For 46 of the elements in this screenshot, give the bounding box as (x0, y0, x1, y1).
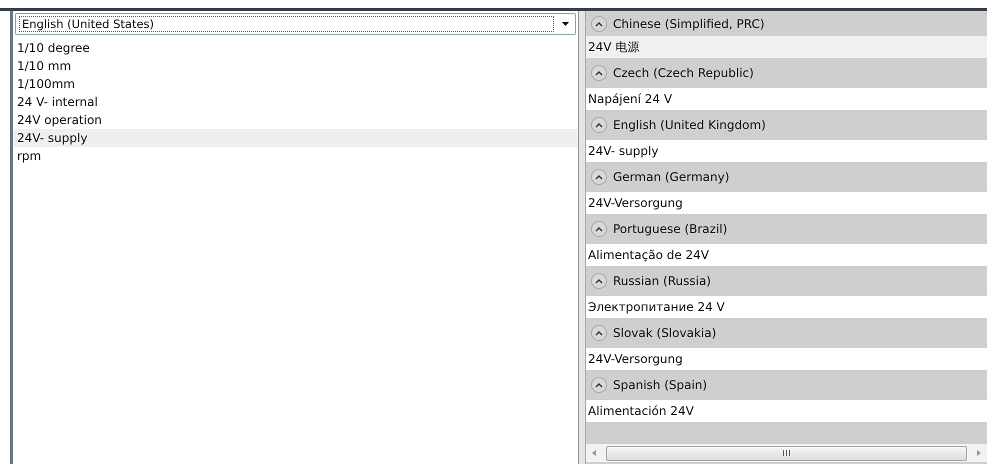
group-header[interactable]: English (United Kingdom) (586, 110, 987, 140)
term-item[interactable]: 1/100mm (13, 75, 578, 93)
term-item[interactable]: 1/10 degree (13, 39, 578, 57)
term-item[interactable]: rpm (13, 147, 578, 165)
dropdown-value: English (United States) (19, 16, 554, 32)
collapse-icon[interactable] (591, 65, 607, 81)
group-header[interactable]: Czech (Czech Republic) (586, 58, 987, 88)
group-header[interactable]: Portuguese (Brazil) (586, 214, 987, 244)
language-label: Russian (Russia) (613, 274, 711, 288)
collapse-icon[interactable] (591, 273, 607, 289)
language-label: Spanish (Spain) (613, 378, 708, 392)
term-item[interactable]: 24V operation (13, 111, 578, 129)
group-header[interactable]: German (Germany) (586, 162, 987, 192)
language-label: German (Germany) (613, 170, 730, 184)
language-label: Chinese (Simplified, PRC) (613, 16, 765, 30)
collapse-icon[interactable] (591, 377, 607, 393)
language-label: Portuguese (Brazil) (613, 222, 728, 236)
language-label: Czech (Czech Republic) (613, 66, 754, 80)
translation-value[interactable]: Alimentação de 24V (586, 244, 987, 266)
scrollbar-thumb[interactable] (606, 446, 967, 460)
caret-icon (562, 22, 569, 26)
translation-value[interactable]: 24V- supply (586, 140, 987, 162)
group-header[interactable]: Slovak (Slovakia) (586, 318, 987, 348)
term-item[interactable]: 24V- supply (13, 129, 578, 147)
collapse-icon[interactable] (591, 325, 607, 341)
translation-value[interactable]: 24V-Versorgung (586, 192, 987, 214)
term-item[interactable]: 24 V- internal (13, 93, 578, 111)
translation-value[interactable]: 24V-Versorgung (586, 348, 987, 370)
collapse-icon[interactable] (591, 169, 607, 185)
scroll-left-icon[interactable] (592, 450, 596, 456)
collapse-icon[interactable] (591, 16, 607, 32)
group-header[interactable]: Chinese (Simplified, PRC) (586, 11, 987, 36)
translation-value[interactable]: 24V 电源 (586, 36, 987, 58)
language-label: Slovak (Slovakia) (613, 326, 716, 340)
language-dropdown[interactable]: English (United States) (15, 13, 576, 35)
group-header[interactable]: Spanish (Spain) (586, 370, 987, 400)
translation-value[interactable]: Napájení 24 V (586, 88, 987, 110)
translation-value[interactable]: Alimentación 24V (586, 400, 987, 422)
group-header[interactable]: Russian (Russia) (586, 266, 987, 296)
horizontal-scrollbar[interactable] (586, 444, 987, 462)
term-item[interactable]: 1/10 mm (13, 57, 578, 75)
translation-value[interactable]: Электропитание 24 V (586, 296, 987, 318)
language-label: English (United Kingdom) (613, 118, 766, 132)
collapse-icon[interactable] (591, 117, 607, 133)
collapse-icon[interactable] (591, 221, 607, 237)
scroll-right-icon[interactable] (977, 450, 981, 456)
